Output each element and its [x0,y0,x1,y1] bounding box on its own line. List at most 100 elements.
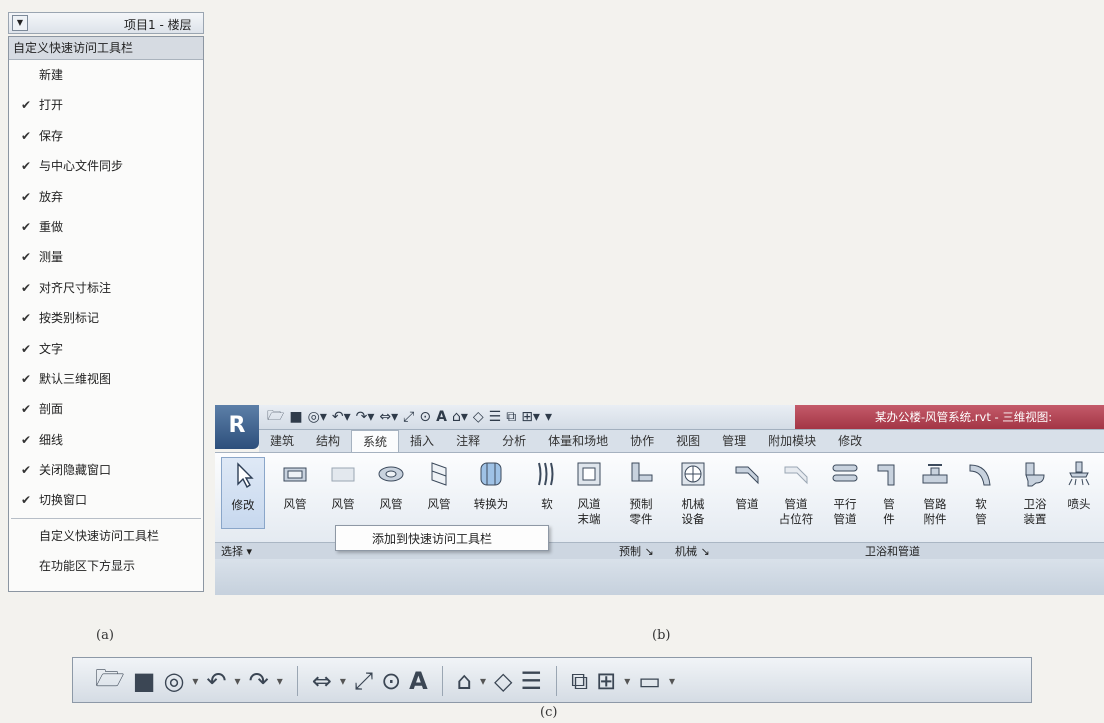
3d-view-icon[interactable]: ⌂ [457,667,472,695]
sync-icon[interactable]: ◎▾ [308,409,327,425]
open-icon[interactable]: 🗁 [95,661,125,702]
3d-view-icon[interactable]: ⌂▾ [452,409,468,425]
duct-fitting-button[interactable]: 风管 [369,457,413,529]
ribbon-tab[interactable]: 视图 [665,430,711,452]
switch-windows-icon[interactable]: ⊞ [596,667,616,695]
menu-separator [11,517,201,519]
convert-to-flex-button[interactable]: 转换为 [465,457,517,529]
switch-windows-icon[interactable]: ⊞▾ [521,409,540,425]
switch-windows-dropdown-icon[interactable]: ▾ [624,674,630,688]
air-terminal-icon [577,462,601,486]
section-icon[interactable]: ◇ [494,667,512,695]
ribbon-tab[interactable]: 附加模块 [757,430,827,452]
menu-item[interactable]: ✔ 切换窗口 [9,485,203,515]
panel-label-fabrication[interactable]: 预制 ↘ [619,543,654,560]
menu-item[interactable]: ✔ 保存 [9,121,203,151]
menu-header: 自定义快速访问工具栏 [9,37,203,60]
qat-customize-icon[interactable]: ▾ [545,409,552,425]
duct-accessory-button[interactable]: 风管 [417,457,461,529]
ribbon-tab[interactable]: 建筑 [259,430,305,452]
pipe-button[interactable]: 管道 [725,457,769,529]
cursor-icon [237,462,254,489]
pipe-placeholder-button[interactable]: 管道 占位符 [771,457,821,529]
duct-placeholder-button[interactable]: 风管 [321,457,365,529]
ribbon-tab[interactable]: 协作 [619,430,665,452]
menu-item-label: 保存 [39,128,64,143]
ribbon-tab[interactable]: 修改 [827,430,873,452]
text-icon[interactable]: A [436,409,447,425]
redo-icon[interactable]: ↷▾ [356,409,375,425]
menu-item[interactable]: ✔ 细线 [9,425,203,455]
parallel-pipes-button[interactable]: 平行 管道 [823,457,867,529]
thin-lines-icon[interactable]: ☰ [489,409,502,425]
pipe-fitting-button[interactable]: 管 件 [867,457,911,529]
panel-label-mechanical[interactable]: 机械 ↘ [675,543,710,560]
ribbon-tab[interactable]: 分析 [491,430,537,452]
ribbon-tab[interactable]: 结构 [305,430,351,452]
qat-dropdown-button[interactable]: ▼ [12,15,28,31]
plumbing-fixture-button[interactable]: 卫浴 装置 [1013,457,1057,529]
measure-icon[interactable]: ⇔ [312,667,332,695]
ribbon-tab[interactable]: 管理 [711,430,757,452]
aligned-dimension-icon[interactable]: ⤢ [403,409,414,425]
pipe-accessory-button[interactable]: 管路 附件 [913,457,957,529]
sprinkler-button[interactable]: 喷头 [1057,457,1101,529]
aligned-dimension-icon[interactable]: ⤢ [354,667,373,695]
menu-item[interactable]: ✔ 默认三维视图 [9,364,203,394]
checkmark-icon: ✔ [21,463,32,478]
sync-icon[interactable]: ◎ [163,667,184,695]
save-icon[interactable]: ■ [289,409,302,425]
menu-item[interactable]: ✔ 按类别标记 [9,303,203,333]
ribbon-tab[interactable]: 插入 [399,430,445,452]
add-to-qat-menu-item[interactable]: 添加到快速访问工具栏 [335,525,549,551]
modify-button[interactable]: 修改 [221,457,265,529]
close-hidden-icon[interactable]: ⧉ [506,409,516,425]
duct-button[interactable]: 风管 [273,457,317,529]
ribbon-tab[interactable]: 注释 [445,430,491,452]
menu-item[interactable]: ✔ 文字 [9,334,203,364]
menu-item[interactable]: ✔ 放弃 [9,182,203,212]
menu-item-customize[interactable]: 自定义快速访问工具栏 [9,521,203,551]
measure-icon[interactable]: ⇔▾ [379,409,398,425]
measure-dropdown-icon[interactable]: ▾ [340,674,346,688]
flex-pipe-button[interactable]: 软 管 [959,457,1003,529]
ribbon-tab[interactable]: 系统 [351,429,400,453]
undo-icon[interactable]: ↶▾ [332,409,351,425]
menu-item[interactable]: 新建 [9,60,203,90]
undo-icon[interactable]: ↶ [206,667,226,695]
duct-icon[interactable]: ▭ [638,667,661,695]
tag-icon[interactable]: ⊙ [419,409,431,425]
menu-item[interactable]: ✔ 对齐尺寸标注 [9,273,203,303]
duct-icon [283,467,307,482]
sync-dropdown-icon[interactable]: ▾ [192,674,198,688]
separator [556,666,557,696]
close-hidden-icon[interactable]: ⧉ [571,667,588,695]
qat-customize-icon[interactable]: ▾ [669,674,675,688]
application-menu-button[interactable]: R [215,405,259,449]
mechanical-equipment-button[interactable]: 机械 设备 [671,457,715,529]
save-icon[interactable]: ■ [133,667,156,695]
fabrication-part-button[interactable]: 预制 零件 [619,457,663,529]
open-icon[interactable]: 🗁 [267,405,284,429]
undo-dropdown-icon[interactable]: ▾ [235,674,241,688]
panel-label-select[interactable]: 选择 ▾ [221,543,252,560]
menu-item[interactable]: ✔ 剖面 [9,394,203,424]
flex-duct-button[interactable]: 软 [525,457,569,529]
3d-view-dropdown-icon[interactable]: ▾ [480,674,486,688]
text-icon[interactable]: A [409,667,428,695]
redo-dropdown-icon[interactable]: ▾ [277,674,283,688]
menu-item-show-below-ribbon[interactable]: 在功能区下方显示 [9,551,203,581]
thin-lines-icon[interactable]: ☰ [520,667,542,695]
section-icon[interactable]: ◇ [473,409,484,425]
menu-item[interactable]: ✔ 打开 [9,90,203,120]
tag-icon[interactable]: ⊙ [381,667,401,695]
checkmark-icon: ✔ [21,219,32,234]
menu-item[interactable]: ✔ 测量 [9,242,203,272]
menu-item[interactable]: ✔ 与中心文件同步 [9,151,203,181]
air-terminal-button[interactable]: 风道 末端 [567,457,611,529]
redo-icon[interactable]: ↷ [249,667,269,695]
menu-item[interactable]: ✔ 重做 [9,212,203,242]
menu-item[interactable]: ✔ 关闭隐藏窗口 [9,455,203,485]
ribbon-lower-area [215,559,1104,595]
ribbon-tab[interactable]: 体量和场地 [537,430,619,452]
